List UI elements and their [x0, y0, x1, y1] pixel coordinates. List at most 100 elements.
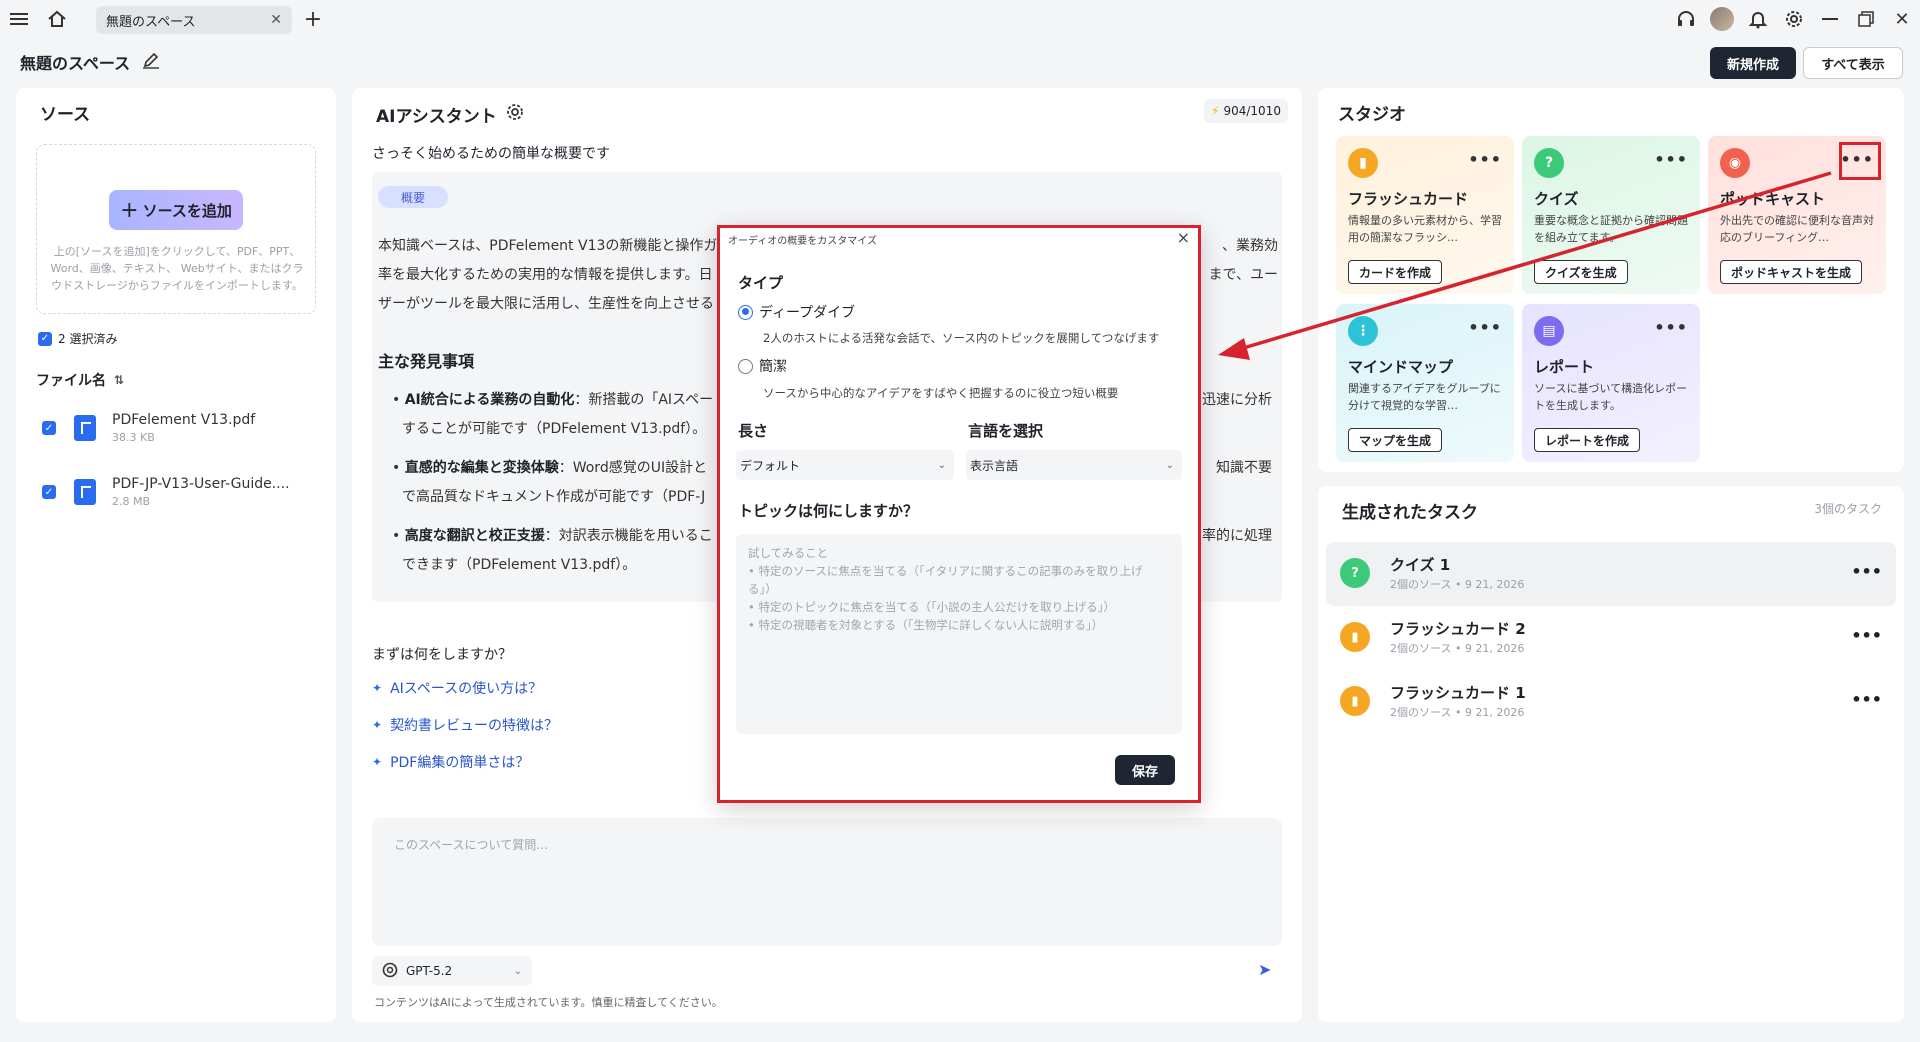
- finding-text: ：対訳表示機能を用いるこ: [544, 528, 713, 544]
- more-icon[interactable]: •••: [1851, 690, 1882, 709]
- avatar[interactable]: [1704, 0, 1740, 38]
- report-icon: ▤: [1534, 316, 1564, 346]
- type-label: タイプ: [738, 274, 784, 292]
- minimize-icon[interactable]: [1812, 0, 1848, 38]
- card-desc: ソースに基づいて構造化レポートを生成します。: [1534, 382, 1688, 412]
- generate-quiz-button[interactable]: クイズを生成: [1534, 260, 1628, 284]
- settings-icon[interactable]: [505, 102, 525, 127]
- task-item[interactable]: ▮ フラッシュカード 2 2個のソース • 9 21, 2026 •••: [1326, 606, 1896, 670]
- tasks-title: 生成されたタスク: [1342, 503, 1478, 523]
- file-name-header[interactable]: ファイル名 ⇅: [36, 370, 124, 390]
- more-icon[interactable]: •••: [1468, 318, 1502, 337]
- bolt-icon: ⚡: [1211, 104, 1220, 118]
- file-row[interactable]: ✓ PDFelement V13.pdf 38.3 KB: [42, 406, 332, 450]
- card-mindmap[interactable]: ⋮ ••• マインドマップ 関連するアイデアをグループに分けて視覚的な学習… マ…: [1336, 304, 1514, 462]
- selected-count: 2 選択済み: [58, 332, 118, 346]
- suggestion-link[interactable]: ✦ PDF編集の簡単さは？: [372, 752, 529, 772]
- radio-unselected-icon[interactable]: [738, 358, 753, 374]
- studio-title: スタジオ: [1338, 105, 1406, 125]
- next-question: まずは何をしますか？: [372, 647, 512, 663]
- task-name: フラッシュカード 1: [1390, 684, 1526, 702]
- finding-end: 率的に処理: [1202, 528, 1272, 544]
- home-icon[interactable]: [38, 0, 76, 38]
- radio-label: 簡潔: [759, 359, 787, 375]
- podcast-icon: ◉: [1720, 148, 1750, 178]
- radio-brief[interactable]: 簡潔: [738, 356, 787, 376]
- model-name: GPT-5.2: [406, 964, 453, 978]
- save-button[interactable]: 保存: [1115, 755, 1175, 785]
- file-name-label: ファイル名: [36, 373, 106, 389]
- topic-label: トピックは何にしますか？: [738, 502, 919, 520]
- sources-title: ソース: [40, 105, 91, 125]
- task-item[interactable]: ▮ フラッシュカード 1 2個のソース • 9 21, 2026 •••: [1326, 670, 1896, 734]
- create-report-button[interactable]: レポートを作成: [1534, 428, 1641, 452]
- bell-icon[interactable]: [1740, 0, 1776, 38]
- chat-input[interactable]: このスペースについて質問…: [372, 818, 1282, 946]
- more-icon[interactable]: •••: [1654, 150, 1688, 169]
- card-desc: 関連するアイデアをグループに分けて視覚的な学習…: [1348, 382, 1501, 412]
- card-report[interactable]: ▤ ••• レポート ソースに基づいて構造化レポートを生成します。 レポートを作…: [1522, 304, 1700, 462]
- create-cards-button[interactable]: カードを作成: [1348, 260, 1443, 284]
- radio-selected-icon[interactable]: [738, 304, 753, 320]
- more-icon[interactable]: •••: [1851, 626, 1882, 645]
- close-tab-icon[interactable]: ✕: [270, 12, 282, 28]
- new-button[interactable]: 新規作成: [1710, 47, 1796, 79]
- select-all-row[interactable]: ✓ 2 選択済み: [38, 330, 117, 347]
- send-icon[interactable]: ➤: [1258, 960, 1271, 979]
- chevron-down-icon: ⌄: [513, 965, 522, 977]
- card-title: クイズ: [1534, 190, 1579, 208]
- menu-icon[interactable]: [0, 0, 38, 38]
- edit-icon[interactable]: [142, 51, 160, 73]
- file-checkbox[interactable]: ✓: [42, 421, 56, 435]
- close-window-icon[interactable]: ✕: [1884, 0, 1920, 38]
- radio-deep-dive[interactable]: ディープダイブ: [738, 302, 855, 322]
- window-controls: ✕: [1668, 0, 1920, 38]
- new-tab-icon[interactable]: +: [298, 4, 328, 34]
- source-dropzone[interactable]: + ソースを追加 上の[ソースを追加]をクリックして、PDF、PPT、Word、…: [36, 144, 316, 314]
- tab-space[interactable]: 無題のスペース ✕: [96, 6, 292, 34]
- file-checkbox[interactable]: ✓: [42, 485, 56, 499]
- file-row[interactable]: ✓ PDF-JP-V13-User-Guide.... 2.8 MB: [42, 470, 332, 514]
- generate-map-button[interactable]: マップを生成: [1348, 428, 1443, 452]
- length-select[interactable]: デフォルト ⌄: [736, 450, 954, 480]
- topic-textarea[interactable]: 試してみること • 特定のソースに焦点を当てる（「イタリアに関するこの記事のみを…: [736, 534, 1182, 734]
- task-meta: 2個のソース • 9 21, 2026: [1390, 578, 1525, 591]
- pdf-file-icon: [74, 479, 96, 505]
- more-icon[interactable]: •••: [1468, 150, 1502, 169]
- quiz-icon: ?: [1340, 558, 1370, 588]
- sparkle-icon: ✦: [372, 681, 383, 695]
- card-quiz[interactable]: ? ••• クイズ 重要な概念と証拠から確認問題を組み立てます。 クイズを生成: [1522, 136, 1700, 294]
- gear-icon[interactable]: [1776, 0, 1812, 38]
- plus-icon: +: [120, 197, 139, 223]
- sort-icon[interactable]: ⇅: [114, 373, 124, 387]
- disclaimer: コンテンツはAIによって生成されています。慎重に精査してください。: [374, 996, 723, 1009]
- restore-icon[interactable]: [1848, 0, 1884, 38]
- language-value: 表示言語: [970, 458, 1019, 473]
- assistant-title: AIアシスタント: [376, 107, 497, 127]
- select-all-checkbox[interactable]: ✓: [38, 331, 52, 346]
- flashcard-icon: ▮: [1348, 148, 1378, 178]
- dropzone-hint: 上の[ソースを追加]をクリックして、PDF、PPT、Word、画像、テキスト、 …: [50, 245, 304, 292]
- finding-text: ：Word感覚のUI設計と: [558, 460, 708, 476]
- task-item[interactable]: ? クイズ 1 2個のソース • 9 21, 2026 •••: [1326, 542, 1896, 606]
- language-select[interactable]: 表示言語 ⌄: [966, 450, 1182, 480]
- model-select[interactable]: GPT-5.2 ⌄: [372, 956, 532, 986]
- headset-icon[interactable]: [1668, 0, 1704, 38]
- more-icon[interactable]: •••: [1654, 318, 1688, 337]
- suggestion-link[interactable]: ✦ 契約書レビューの特徴は？: [372, 715, 558, 735]
- suggestion-link[interactable]: ✦ AIスペースの使い方は？: [372, 678, 542, 698]
- flashcard-icon: ▮: [1340, 622, 1370, 652]
- radio-label: ディープダイブ: [759, 305, 856, 321]
- more-icon[interactable]: •••: [1851, 562, 1882, 581]
- tab-title: 無題のスペース: [106, 14, 196, 30]
- dialog-title: オーディオの概要をカスタマイズ: [728, 236, 877, 247]
- add-source-button[interactable]: + ソースを追加: [109, 190, 243, 230]
- show-all-button[interactable]: すべて表示: [1803, 47, 1903, 79]
- sparkle-icon: ✦: [372, 755, 383, 769]
- chat-placeholder: このスペースについて質問…: [394, 838, 549, 852]
- finding-end: 迅速に分析: [1202, 392, 1272, 408]
- close-icon[interactable]: ×: [1177, 228, 1190, 247]
- card-flashcard[interactable]: ▮ ••• フラッシュカード 情報量の多い元素材から、学習用の簡潔なフラッシ… …: [1336, 136, 1514, 294]
- generate-podcast-button[interactable]: ポッドキャストを生成: [1720, 260, 1863, 284]
- length-value: デフォルト: [740, 458, 801, 473]
